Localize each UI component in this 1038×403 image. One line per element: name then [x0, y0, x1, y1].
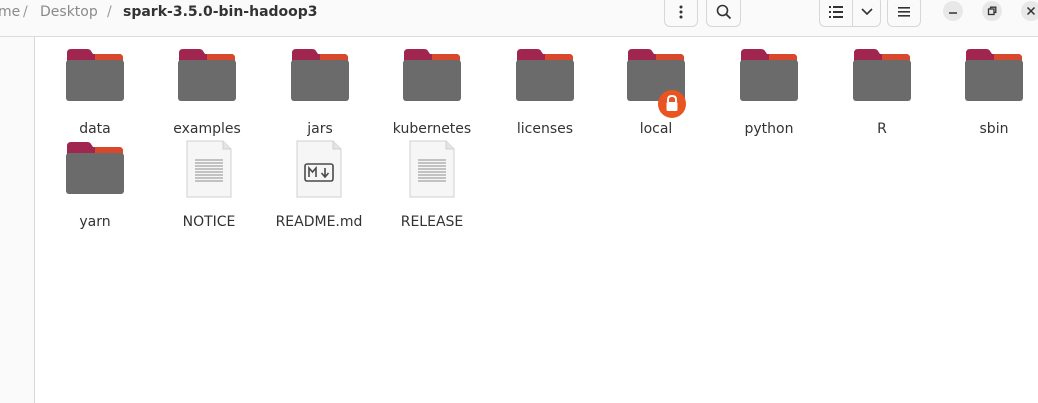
file-item-jars[interactable]: jars: [272, 49, 368, 137]
view-options-dropdown[interactable]: [853, 0, 881, 27]
breadcrumb-item-desktop[interactable]: Desktop: [40, 2, 98, 22]
folder-icon: [65, 49, 125, 105]
folder-icon: [515, 49, 575, 105]
folder-icon: [852, 49, 912, 105]
file-name: local: [639, 121, 673, 137]
file-item-local[interactable]: local: [608, 49, 704, 137]
sidebar: [0, 37, 35, 403]
list-view-icon: [829, 5, 843, 18]
breadcrumb-item-home[interactable]: me: [0, 2, 20, 22]
restore-button[interactable]: [982, 1, 1002, 21]
search-icon: [716, 4, 731, 19]
file-item-readme[interactable]: README.md: [271, 140, 367, 230]
folder-icon: [402, 49, 462, 105]
file-item-examples[interactable]: examples: [159, 49, 255, 137]
header-bar: me / Desktop / spark-3.5.0-bin-hadoop3: [0, 0, 1038, 37]
file-name: R: [877, 121, 887, 137]
text-file-icon: [402, 140, 462, 198]
file-grid: data examples jars kubernetes licenses l…: [35, 37, 1038, 403]
file-item-data[interactable]: data: [47, 49, 143, 137]
folder-icon: [65, 142, 125, 198]
more-vertical-icon: [679, 5, 683, 18]
file-name: README.md: [275, 214, 363, 230]
text-file-icon: [179, 140, 239, 198]
file-item-licenses[interactable]: licenses: [497, 49, 593, 137]
file-item-release[interactable]: RELEASE: [384, 140, 480, 230]
file-name: RELEASE: [400, 214, 464, 230]
folder-icon: [964, 49, 1024, 105]
file-item-notice[interactable]: NOTICE: [161, 140, 257, 230]
folder-icon: [739, 49, 799, 105]
file-item-r[interactable]: R: [834, 49, 930, 137]
file-name: python: [744, 121, 794, 137]
markdown-file-icon: [289, 140, 349, 198]
file-item-sbin[interactable]: sbin: [946, 49, 1038, 137]
file-item-yarn[interactable]: yarn: [47, 142, 143, 230]
breadcrumb-separator: /: [107, 4, 112, 20]
restore-icon: [987, 6, 997, 16]
hamburger-menu-icon: [898, 6, 910, 17]
folder-icon: [290, 49, 350, 105]
breadcrumb-item-current[interactable]: spark-3.5.0-bin-hadoop3: [123, 2, 318, 22]
file-name: kubernetes: [392, 121, 472, 137]
file-name: data: [79, 121, 111, 137]
minimize-icon: [949, 12, 957, 14]
main-menu-button[interactable]: [887, 0, 921, 27]
file-name: jars: [307, 121, 333, 137]
lock-icon: [658, 90, 686, 118]
close-icon: [1026, 6, 1036, 16]
view-mode-button[interactable]: [819, 0, 853, 27]
close-button[interactable]: [1021, 1, 1038, 21]
breadcrumb-separator: /: [23, 4, 28, 20]
file-name: yarn: [79, 214, 111, 230]
more-options-button[interactable]: [664, 0, 698, 27]
chevron-down-icon: [860, 7, 873, 15]
file-name: NOTICE: [182, 214, 236, 230]
file-name: sbin: [979, 121, 1009, 137]
file-item-python[interactable]: python: [721, 49, 817, 137]
search-button[interactable]: [706, 0, 741, 27]
minimize-button[interactable]: [943, 1, 963, 21]
file-name: examples: [173, 121, 241, 137]
file-name: licenses: [516, 121, 574, 137]
file-item-kubernetes[interactable]: kubernetes: [384, 49, 480, 137]
folder-icon: [177, 49, 237, 105]
